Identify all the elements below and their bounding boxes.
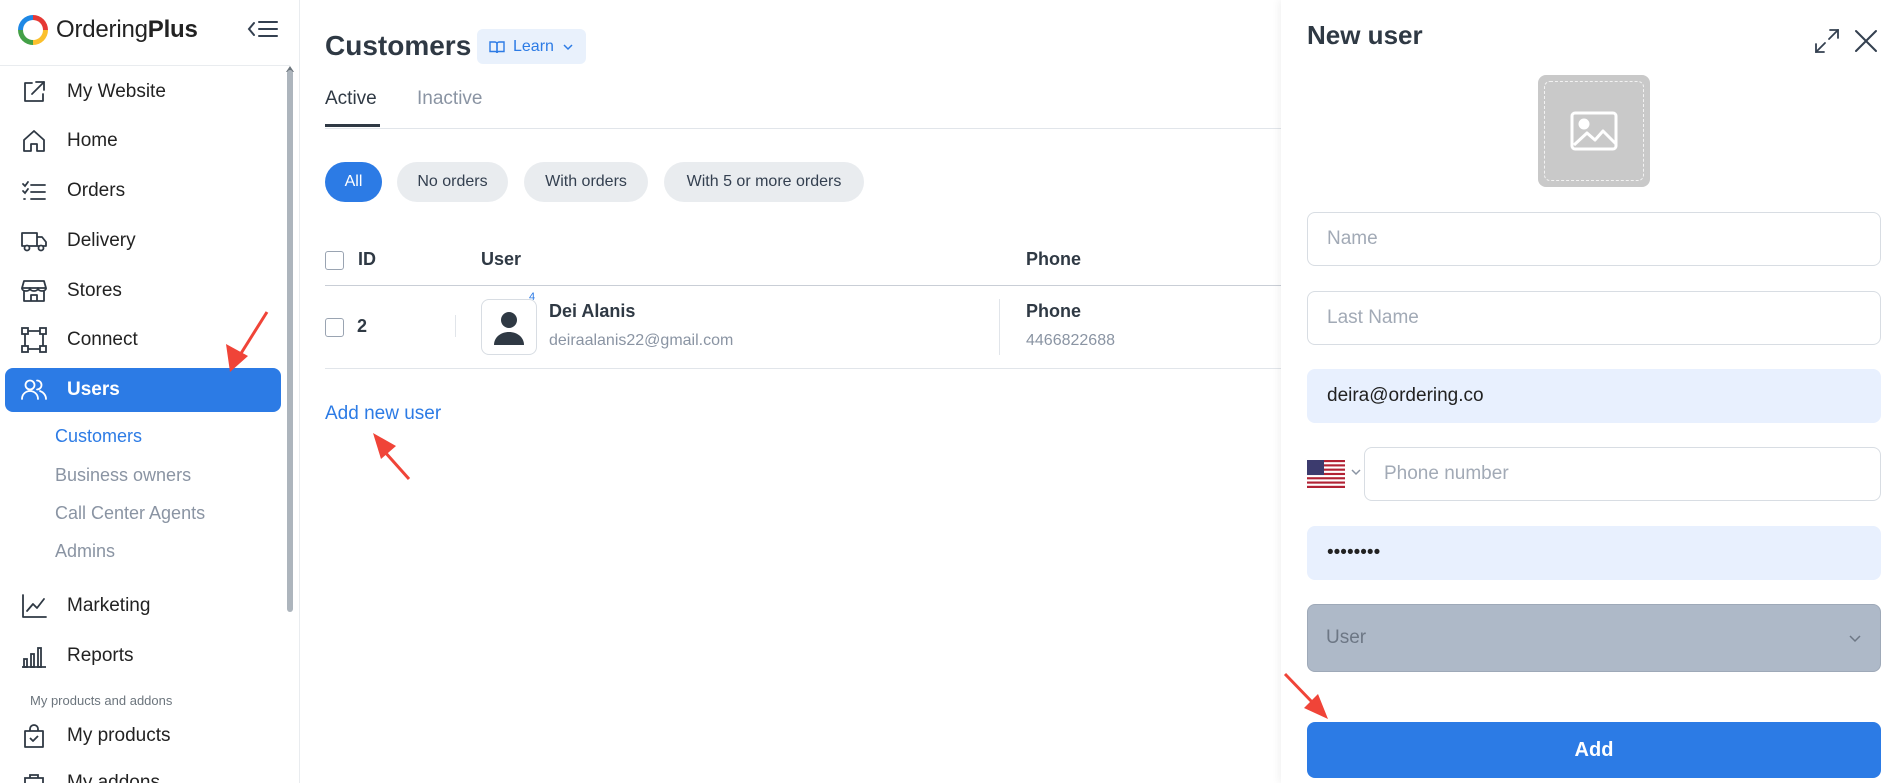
sidebar-item-label: My Website: [67, 81, 166, 102]
user-email: deiraalanis22@gmail.com: [549, 332, 734, 349]
close-icon[interactable]: [1851, 26, 1881, 56]
cell-divider: [455, 315, 456, 337]
logo-ring-icon: [18, 15, 48, 45]
expand-icon[interactable]: [1812, 26, 1842, 56]
sidebar-subitem-admins[interactable]: Admins: [55, 541, 115, 562]
role-value: User: [1326, 627, 1367, 648]
brand-name: OrderingPlus: [56, 16, 198, 43]
column-header-user[interactable]: User: [481, 249, 521, 270]
sidebar-item-marketing[interactable]: Marketing: [5, 584, 281, 628]
chart-line-icon: [22, 594, 47, 618]
cell-divider: [999, 299, 1000, 355]
avatar: [481, 299, 537, 355]
table-row-divider: [325, 368, 1325, 369]
column-header-phone[interactable]: Phone: [1026, 249, 1081, 270]
sidebar-item-stores[interactable]: Stores: [5, 269, 281, 313]
brand-logo[interactable]: OrderingPlus: [18, 14, 198, 46]
last-name-field[interactable]: [1307, 291, 1881, 345]
sidebar-section-label: My products and addons: [30, 693, 173, 708]
filter-with-orders[interactable]: With orders: [524, 162, 648, 202]
sidebar-item-my-addons[interactable]: My addons: [5, 761, 281, 783]
row-checkbox[interactable]: [325, 318, 344, 337]
user-name: Dei Alanis: [549, 301, 636, 321]
orders-count-badge: 4: [529, 291, 536, 303]
tabs-divider: [325, 128, 1325, 129]
password-field[interactable]: [1307, 526, 1881, 580]
sidebar: OrderingPlus My Website Home Orders Deli…: [0, 0, 300, 783]
sidebar-item-label: My products: [67, 725, 171, 746]
sidebar-item-home[interactable]: Home: [5, 119, 281, 163]
row-id: 2: [357, 316, 368, 336]
filter-no-orders[interactable]: No orders: [397, 162, 508, 202]
column-header-id[interactable]: ID: [358, 249, 376, 270]
connect-icon: [21, 327, 47, 353]
sidebar-item-label: Orders: [67, 180, 126, 201]
users-icon: [21, 379, 47, 400]
tab-active[interactable]: Active: [325, 88, 377, 110]
learn-label: Learn: [513, 37, 554, 55]
external-link-icon: [24, 81, 45, 102]
sidebar-subitem-customers[interactable]: Customers: [55, 426, 142, 447]
photo-upload[interactable]: [1538, 75, 1650, 187]
image-icon: [1570, 111, 1618, 151]
sidebar-item-label: Stores: [67, 280, 122, 301]
chevron-down-icon: [1849, 635, 1861, 643]
sidebar-subitem-call-center-agents[interactable]: Call Center Agents: [55, 503, 205, 524]
list-icon: [22, 181, 46, 200]
add-button[interactable]: Add: [1307, 722, 1881, 778]
sidebar-item-label: Users: [67, 379, 120, 400]
book-icon: [489, 40, 505, 53]
phone-number-field[interactable]: [1364, 447, 1881, 501]
email-field[interactable]: [1307, 369, 1881, 423]
home-icon: [23, 130, 45, 152]
chevron-down-icon: [563, 43, 573, 50]
add-new-user-link[interactable]: Add new user: [325, 403, 441, 425]
filter-all[interactable]: All: [325, 162, 382, 202]
sidebar-item-users[interactable]: Users: [5, 368, 281, 412]
panel-title: New user: [1307, 20, 1423, 50]
sidebar-item-label: Delivery: [67, 230, 136, 251]
filter-5-or-more[interactable]: With 5 or more orders: [664, 162, 864, 202]
sidebar-item-orders[interactable]: Orders: [5, 169, 281, 213]
learn-button[interactable]: Learn: [477, 29, 586, 64]
sidebar-item-delivery[interactable]: Delivery: [5, 219, 281, 263]
chevron-down-icon[interactable]: [1350, 466, 1362, 478]
phone-label: Phone: [1026, 301, 1082, 321]
table-header-divider: [325, 285, 1325, 286]
user-avatar-icon: [494, 312, 524, 345]
sidebar-scrollbar[interactable]: [287, 70, 293, 612]
sidebar-item-connect[interactable]: Connect: [5, 318, 281, 362]
select-all-checkbox[interactable]: [325, 251, 344, 270]
main-content: Customers Learn Active Inactive All No o…: [300, 0, 1325, 783]
sidebar-item-label: Connect: [67, 329, 138, 350]
page-title: Customers: [325, 30, 472, 61]
new-user-panel: New user User Add: [1281, 0, 1893, 783]
user-role-select[interactable]: User: [1307, 604, 1881, 672]
user-phone: 4466822688: [1026, 332, 1115, 349]
sidebar-item-my-website[interactable]: My Website: [5, 70, 281, 114]
sidebar-divider: [0, 65, 290, 66]
addon-icon: [24, 774, 44, 783]
tab-inactive[interactable]: Inactive: [417, 88, 482, 110]
sidebar-item-my-products[interactable]: My products: [5, 714, 281, 758]
sidebar-item-label: Reports: [67, 645, 134, 666]
sidebar-subitem-business-owners[interactable]: Business owners: [55, 465, 191, 486]
us-flag-icon[interactable]: [1307, 460, 1345, 488]
store-icon: [21, 280, 47, 302]
active-tab-indicator: [325, 124, 380, 127]
sidebar-item-label: Marketing: [67, 595, 151, 616]
bar-chart-icon: [22, 647, 46, 668]
shopping-bag-icon: [24, 724, 44, 748]
sidebar-item-reports[interactable]: Reports: [5, 634, 281, 678]
sidebar-item-label: Home: [67, 130, 118, 151]
collapse-sidebar-icon[interactable]: [246, 16, 280, 42]
truck-icon: [21, 232, 47, 252]
sidebar-item-label: My addons: [67, 772, 160, 783]
name-field[interactable]: [1307, 212, 1881, 266]
